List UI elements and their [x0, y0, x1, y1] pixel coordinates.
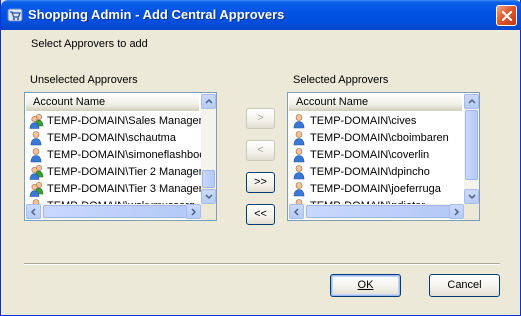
chevron-down-icon — [468, 194, 476, 200]
list-item[interactable]: TEMP-DOMAIN\Tier 3 Managemer — [27, 181, 203, 198]
list-item[interactable]: TEMP-DOMAIN\dpincho — [290, 164, 466, 181]
account-name: TEMP-DOMAIN\simoneflashboek — [47, 149, 203, 161]
chevron-left-icon — [30, 208, 36, 216]
account-name: TEMP-DOMAIN\Tier 3 Managemer — [47, 183, 203, 195]
instruction-text: Select Approvers to add — [31, 38, 148, 50]
close-button[interactable] — [496, 5, 517, 26]
title-bar[interactable]: Shopping Admin - Add Central Approvers — [1, 0, 521, 30]
user-icon — [292, 164, 308, 180]
ok-button[interactable]: OK — [330, 274, 401, 297]
user-icon — [292, 147, 308, 163]
list-item[interactable]: TEMP-DOMAIN\cboimbaren — [290, 130, 466, 147]
group-icon — [29, 181, 45, 197]
dialog-window: Shopping Admin - Add Central Approvers S… — [0, 0, 521, 316]
scroll-thumb[interactable] — [306, 205, 456, 218]
group-icon — [29, 113, 45, 129]
account-name: TEMP-DOMAIN\Sales Managemen — [47, 115, 203, 127]
add-selected-button[interactable]: > — [246, 108, 275, 129]
scroll-corner — [201, 204, 216, 220]
selected-rows: TEMP-DOMAIN\cives TEMP-DOMAIN\cboimbaren T… — [290, 113, 466, 204]
list-item[interactable]: TEMP-DOMAIN\simoneflashboek — [27, 147, 203, 164]
vertical-scrollbar[interactable] — [201, 94, 216, 204]
user-icon — [29, 147, 45, 163]
chevron-up-icon — [468, 98, 476, 104]
scroll-right-button[interactable] — [449, 204, 464, 219]
chevron-right-icon — [191, 208, 197, 216]
chevron-right-icon — [454, 208, 460, 216]
account-name: TEMP-DOMAIN\cives — [310, 115, 417, 127]
chevron-left-icon — [293, 208, 299, 216]
chevron-up-icon — [205, 98, 213, 104]
user-icon — [292, 113, 308, 129]
remove-selected-button[interactable]: < — [246, 140, 275, 161]
user-icon — [29, 130, 45, 146]
scroll-left-button[interactable] — [26, 204, 41, 219]
selected-approvers-label: Selected Approvers — [293, 74, 389, 86]
user-icon — [292, 130, 308, 146]
account-name: TEMP-DOMAIN\joeferruga — [310, 183, 441, 195]
add-all-button[interactable]: >> — [246, 172, 275, 193]
window-title: Shopping Admin - Add Central Approvers — [28, 7, 285, 22]
ok-button-label: OK — [357, 279, 374, 291]
vertical-scrollbar[interactable] — [464, 94, 479, 204]
list-item[interactable]: TEMP-DOMAIN\cives — [290, 113, 466, 130]
unselected-approvers-label: Unselected Approvers — [30, 74, 138, 86]
scroll-up-button[interactable] — [464, 94, 479, 109]
group-icon — [29, 164, 45, 180]
unselected-approvers-list[interactable]: Account Name TEMP-DOMAIN\Sales Managemen… — [24, 92, 217, 221]
cancel-button[interactable]: Cancel — [429, 274, 500, 297]
account-name: TEMP-DOMAIN\cboimbaren — [310, 132, 449, 144]
account-name: TEMP-DOMAIN\dpincho — [310, 166, 430, 178]
scroll-down-button[interactable] — [201, 189, 216, 204]
account-name-column-header[interactable]: Account Name — [289, 94, 462, 111]
list-item[interactable]: TEMP-DOMAIN\joeferruga — [290, 181, 466, 198]
scroll-thumb[interactable] — [43, 205, 193, 218]
account-name: TEMP-DOMAIN\schautma — [47, 132, 176, 144]
user-icon — [292, 181, 308, 197]
unselected-rows: TEMP-DOMAIN\Sales Managemen TEMP-DOMAIN\s… — [27, 113, 203, 204]
list-item[interactable]: TEMP-DOMAIN\Sales Managemen — [27, 113, 203, 130]
horizontal-scrollbar[interactable] — [289, 204, 464, 219]
scroll-thumb[interactable] — [465, 110, 478, 180]
selected-approvers-list[interactable]: Account Name TEMP-DOMAIN\cives TEMP-DOMAI… — [287, 92, 480, 221]
remove-all-button[interactable]: << — [246, 204, 275, 225]
close-icon — [501, 10, 513, 22]
scroll-down-button[interactable] — [464, 189, 479, 204]
cancel-button-label: Cancel — [447, 279, 482, 291]
scroll-left-button[interactable] — [289, 204, 304, 219]
account-name: TEMP-DOMAIN\Tier 2 Managemer — [47, 166, 203, 178]
scroll-corner — [464, 204, 479, 220]
account-name-column-header[interactable]: Account Name — [26, 94, 199, 111]
shopping-cart-icon — [7, 7, 23, 23]
scroll-thumb[interactable] — [202, 170, 215, 188]
list-item[interactable]: TEMP-DOMAIN\Tier 2 Managemer — [27, 164, 203, 181]
list-item[interactable]: TEMP-DOMAIN\coverlin — [290, 147, 466, 164]
list-item[interactable]: TEMP-DOMAIN\schautma — [27, 130, 203, 147]
separator-highlight — [24, 264, 500, 265]
horizontal-scrollbar[interactable] — [26, 204, 201, 219]
scroll-up-button[interactable] — [201, 94, 216, 109]
chevron-down-icon — [205, 194, 213, 200]
account-name: TEMP-DOMAIN\coverlin — [310, 149, 430, 161]
scroll-right-button[interactable] — [186, 204, 201, 219]
